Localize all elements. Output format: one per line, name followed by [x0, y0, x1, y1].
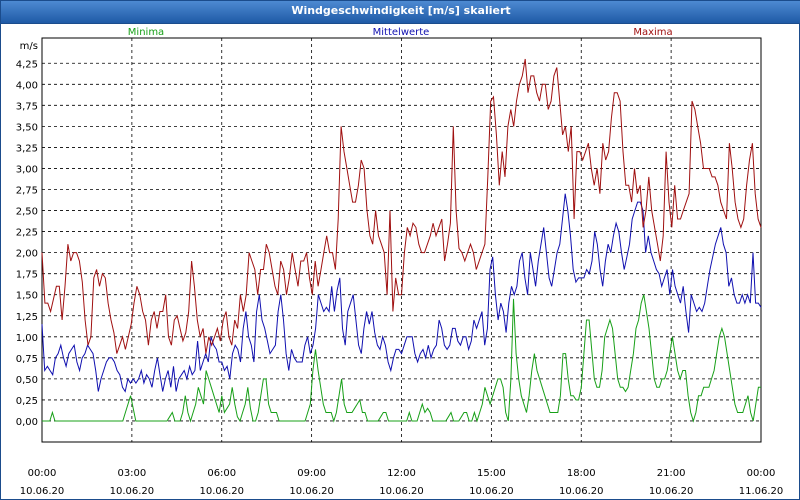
- y-tick-label: 2,25: [16, 228, 38, 239]
- chart-plot: 0,00 0,25 0,50 0,75 1,00 1,25 1,50 1,75 2,00 2,25…: [16, 27, 784, 497]
- x-tick-time: 09:00: [297, 468, 326, 479]
- chart-window: Windgeschwindigkeit [m/s] skaliert 0,00 0…: [0, 0, 800, 500]
- y-tick-label: 1,50: [16, 291, 38, 302]
- x-tick-time: 12:00: [387, 468, 416, 479]
- x-tick-time: 03:00: [117, 468, 146, 479]
- x-tick-time: 18:00: [567, 468, 596, 479]
- y-tick-label: 2,75: [16, 186, 38, 197]
- x-tick-date: 10.06.20: [289, 486, 334, 497]
- y-tick-label: 0,00: [16, 417, 38, 428]
- title-bar: Windgeschwindigkeit [m/s] skaliert: [1, 1, 800, 24]
- x-tick-time: 21:00: [657, 468, 686, 479]
- y-tick-label: 4,25: [16, 59, 38, 70]
- x-tick-time: 15:00: [477, 468, 506, 479]
- y-tick-label: 0,75: [16, 354, 38, 365]
- x-tick-date: 10.06.20: [649, 486, 694, 497]
- y-tick-label: 2,00: [16, 249, 38, 260]
- x-tick-time: 00:00: [28, 468, 57, 479]
- y-tick-label: 3,75: [16, 101, 38, 112]
- y-tick-label: 4,00: [16, 80, 38, 91]
- x-tick-date: 11.06.20: [739, 486, 784, 497]
- y-tick-label: 1,75: [16, 270, 38, 281]
- y-tick-label: 1,25: [16, 312, 38, 323]
- y-tick-label: 0,25: [16, 396, 38, 407]
- y-tick-label: 3,00: [16, 164, 38, 175]
- y-tick-label: 3,50: [16, 122, 38, 133]
- y-tick-label: 2,50: [16, 207, 38, 218]
- x-tick-date: 10.06.20: [199, 486, 244, 497]
- x-tick-time: 06:00: [207, 468, 236, 479]
- x-tick-date: 10.06.20: [379, 486, 424, 497]
- y-axis-label: m/s: [20, 41, 38, 52]
- legend-minima: Minima: [128, 27, 164, 38]
- x-tick-time: 00:00: [747, 468, 776, 479]
- x-tick-date: 10.06.20: [469, 486, 514, 497]
- y-tick-label: 1,00: [16, 333, 38, 344]
- x-tick-date: 10.06.20: [20, 486, 65, 497]
- y-tick-label: 0,50: [16, 375, 38, 386]
- legend-mittelwerte: Mittelwerte: [373, 27, 430, 38]
- legend-maxima: Maxima: [633, 27, 672, 38]
- x-tick-date: 10.06.20: [110, 486, 155, 497]
- chart-title: Windgeschwindigkeit [m/s] skaliert: [291, 4, 511, 17]
- y-tick-label: 3,25: [16, 143, 38, 154]
- x-tick-date: 10.06.20: [559, 486, 604, 497]
